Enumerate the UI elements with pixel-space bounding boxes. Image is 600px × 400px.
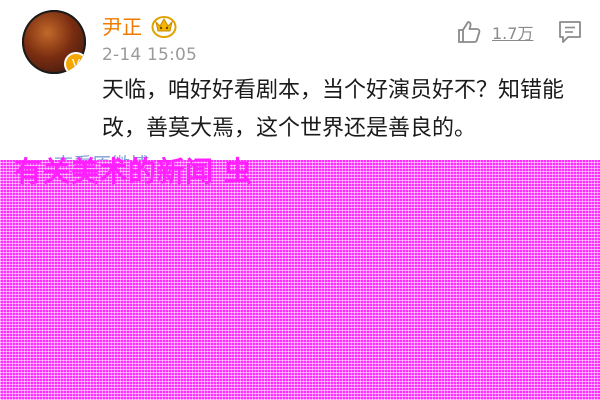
vip-crown-icon (151, 16, 177, 38)
thumbs-up-icon (458, 21, 481, 43)
avatar[interactable]: V (22, 10, 86, 74)
news-headline: 有关美术的新闻 虫 (14, 155, 253, 188)
verified-badge-icon: V (64, 52, 86, 74)
user-name[interactable]: 尹正 (102, 11, 142, 40)
post-time: 2-14 15:05 (102, 45, 197, 65)
like-count[interactable]: 1.7万 (492, 20, 533, 44)
like-button[interactable]: 1.7万 (456, 18, 533, 46)
weibo-comment-card: V 尹正 2-14 15:05 1.7万 天临，咱好好看剧本，当个好演员好不？知… (0, 0, 600, 400)
magenta-overlay (0, 160, 600, 400)
comment-text: 天临，咱好好看剧本，当个好演员好不？知错能改，善莫大焉，这个世界还是善良的。 (102, 78, 565, 141)
reply-icon[interactable] (557, 19, 583, 45)
